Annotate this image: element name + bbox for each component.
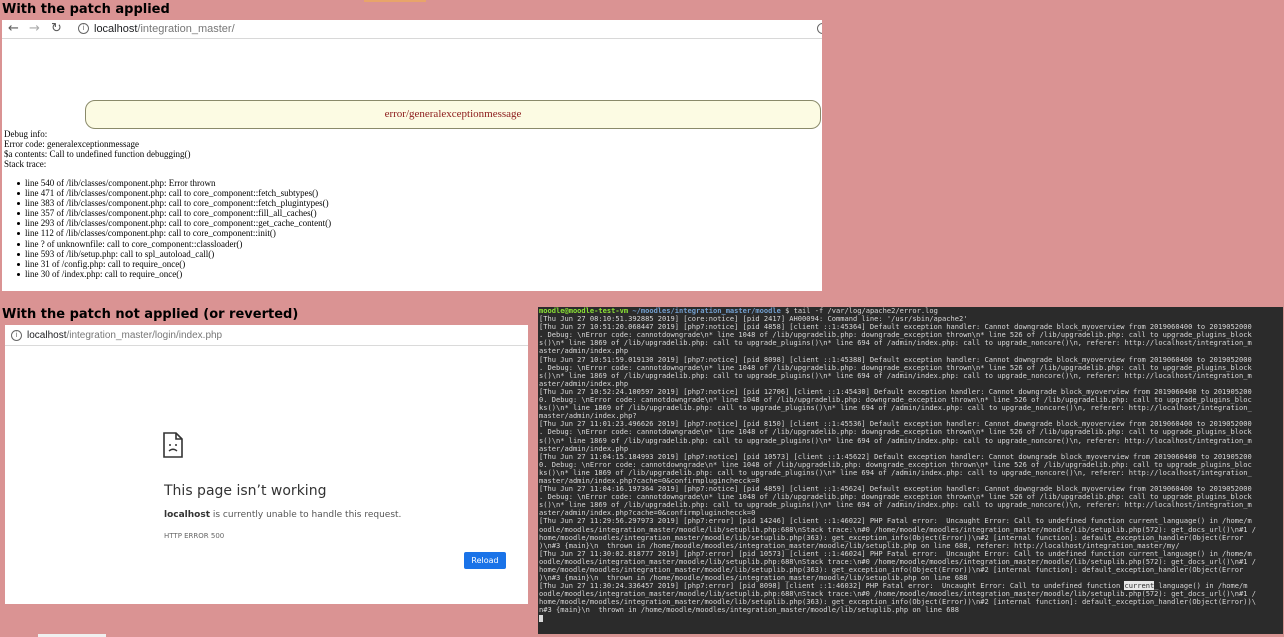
error-message: localhost is currently unable to handle … <box>164 510 401 520</box>
stack-trace-item: line 471 of /lib/classes/component.php: … <box>16 188 331 198</box>
reload-icon[interactable]: ↻ <box>51 21 62 37</box>
stack-trace-item: line 30 of /index.php: call to require_o… <box>16 269 331 279</box>
heading-patch-applied: With the patch applied <box>2 2 170 17</box>
address-bar[interactable]: localhost/integration_master/login/index… <box>27 329 222 343</box>
stack-trace-item: line 293 of /lib/classes/component.php: … <box>16 218 331 228</box>
url-path: /integration_master/ <box>137 23 235 35</box>
error-host: localhost <box>164 510 211 520</box>
url-host: localhost <box>94 23 138 35</box>
terminal-output-tail: oodle/moodles/integration_master/moodle/… <box>538 590 1283 614</box>
site-info-icon[interactable]: i <box>78 23 89 34</box>
top-edge-strip <box>364 0 426 2</box>
error-message-box: error/generalexceptionmessage <box>85 100 821 129</box>
stack-trace-item: line 31 of /config.php: call to require_… <box>16 259 331 269</box>
back-arrow-icon[interactable]: ← <box>8 21 19 37</box>
error-page: This page isn’t working localhost is cur… <box>5 346 528 604</box>
stack-trace-item: line 357 of /lib/classes/component.php: … <box>16 208 331 218</box>
browser-window-patched: ← → ↻ i localhost/integration_master/ er… <box>2 20 822 291</box>
stack-trace-list: line 540 of /lib/classes/component.php: … <box>16 178 331 279</box>
terminal-line: s()\n* line 1869 of /lib/upgradelib.php:… <box>539 338 1252 348</box>
terminal-line: n#3 {main}\n thrown in /home/moodle/mood… <box>539 605 960 615</box>
debug-info: Debug info: Error code: generalexception… <box>4 129 190 169</box>
url-host: localhost <box>27 330 67 341</box>
stack-trace-item: line 540 of /lib/classes/component.php: … <box>16 178 331 188</box>
error-title: This page isn’t working <box>164 483 327 499</box>
url-path: /integration_master/login/index.php <box>66 330 223 341</box>
terminal-output: [Thu Jun 27 08:10:51.392885 2019] [core:… <box>538 314 1283 582</box>
terminal-cursor <box>539 614 543 622</box>
site-info-icon[interactable]: i <box>11 330 22 341</box>
stack-trace-item: line 593 of /lib/setup.php: call to spl_… <box>16 249 331 259</box>
stack-trace-item: line 112 of /lib/classes/component.php: … <box>16 228 331 238</box>
debug-line: Stack trace: <box>4 159 47 169</box>
browser-window-unpatched: i localhost/integration_master/login/ind… <box>5 325 528 604</box>
stack-trace-item: line ? of unknownfile: call to core_comp… <box>16 239 331 249</box>
forward-arrow-icon[interactable]: → <box>29 21 40 37</box>
error-code: HTTP ERROR 500 <box>164 532 225 540</box>
browser-toolbar: ← → ↻ i localhost/integration_master/ <box>2 20 822 39</box>
error-message-text: is currently unable to handle this reque… <box>210 510 402 520</box>
debug-line: Debug info: <box>4 129 48 139</box>
stack-trace-item: line 383 of /lib/classes/component.php: … <box>16 198 331 208</box>
address-bar[interactable]: localhost/integration_master/ <box>94 22 235 36</box>
sad-document-icon <box>163 432 183 458</box>
reload-button[interactable]: Reload <box>464 552 506 569</box>
terminal-line: ks()\n* line 1869 of /lib/upgradelib.php… <box>539 403 1252 413</box>
debug-line: Error code: generalexceptionmessage <box>4 139 139 149</box>
heading-patch-not-applied: With the patch not applied (or reverted) <box>2 307 299 322</box>
terminal-window[interactable]: moodle@moodle-test-vm ~/moodles/integrat… <box>538 307 1283 634</box>
search-icon[interactable] <box>817 23 822 34</box>
debug-line: $a contents: Call to undefined function … <box>4 149 191 159</box>
terminal-line: s()\n* line 1869 of /lib/upgradelib.php:… <box>539 370 1252 380</box>
terminal-line: s()\n* line 1869 of /lib/upgradelib.php:… <box>539 435 1252 445</box>
terminal-cursor-line <box>538 614 1283 623</box>
browser-toolbar: i localhost/integration_master/login/ind… <box>5 325 528 346</box>
